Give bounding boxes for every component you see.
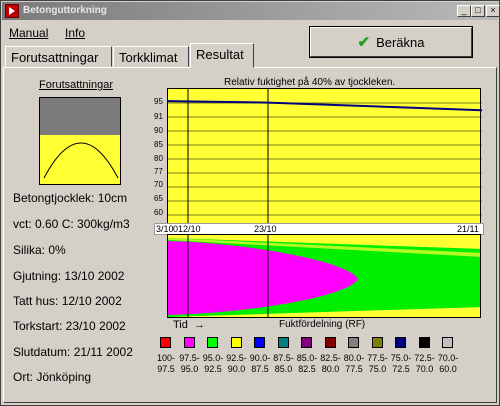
legend-swatch [348,337,359,348]
rh-chart-svg [168,89,482,225]
legend-swatch [230,337,242,348]
x-tick: 21/11 [457,224,479,234]
legend-label: 90.0-87.5 [249,353,271,374]
legend-label: 97.5-95.0 [179,353,200,374]
tab-torkklimat[interactable]: Torkklimat [113,46,189,67]
legend-label: 85.0-82.5 [296,353,318,374]
calculate-button[interactable]: ✔ Beräkna [309,26,473,58]
y-tick: 80 [154,154,163,163]
y-tick: 77 [154,167,163,176]
legend-label: 72.5-70.0 [414,353,435,374]
x-tick: 012/10 [173,224,201,234]
legend-swatch [277,337,289,348]
calculate-label: Beräkna [376,34,425,50]
conditions-title: Forutsattningar [39,79,113,91]
moisture-distribution-chart [167,234,481,318]
drying-start-text: Torkstart: 23/10 2002 [13,319,126,333]
app-icon [5,4,19,18]
maximize-button[interactable]: □ [471,5,485,17]
tab-resultat[interactable]: Resultat [190,43,254,68]
y-tick: 60 [154,208,163,217]
y-tick: 85 [154,140,163,149]
legend-label: 87.5-85.0 [273,353,294,374]
legend-label: 100-97.5 [156,353,175,374]
rh-data-point [267,101,269,104]
legend-swatch [324,337,336,348]
y-tick: 91 [154,112,163,121]
minimize-button[interactable]: _ [457,5,471,17]
time-axis-label: Tid → [173,319,205,331]
legend-swatch [371,337,383,348]
title-bar[interactable]: Betonguttorkning _ □ × [2,2,500,20]
end-date-text: Slutdatum: 21/11 2002 [13,345,133,359]
y-tick: 95 [154,97,163,106]
vct-text: vct: 0.60 C: 300kg/m3 [13,217,130,231]
manual-button[interactable]: Manual [9,26,48,42]
app-window: Betonguttorkning _ □ × Manual Info ✔ Ber… [0,0,500,406]
location-text: Ort: Jönköping [13,370,92,384]
moisture-curve [43,142,119,179]
legend-label: 70.0-60.0 [437,353,459,374]
y-tick: 70 [154,180,163,189]
info-button[interactable]: Info [65,26,85,42]
legend-label: 92.5-90.0 [226,353,247,374]
rh-chart [167,88,482,225]
legend-label: 77.5-75.0 [367,353,388,374]
thickness-text: Betongtjocklek: 10cm [13,191,128,205]
chart-title: Relativ fuktighet på 40% av tjockleken. [224,77,396,88]
rh-series-line [168,100,482,112]
legend-swatch [160,337,171,348]
window-title: Betonguttorkning [23,5,107,16]
moisture-distribution-label: Fuktfördelning (RF) [279,319,366,330]
legend-label: 95.0-92.5 [202,353,224,374]
legend-swatch [183,337,195,348]
legend-swatch [418,337,430,348]
y-tick: 65 [154,194,163,203]
legend-swatch [207,337,218,348]
x-tick: 23/10 [254,224,277,234]
legend-label: 80.0-77.5 [343,353,365,374]
casting-date-text: Gjutning: 13/10 2002 [13,269,125,283]
legend-label: 75.0-72.5 [390,353,412,374]
legend-label: 82.5-80.0 [320,353,341,374]
legend-swatch [395,337,406,348]
checkmark-icon: ✔ [357,34,371,51]
legend-swatch [301,337,312,348]
moisture-distribution-svg [168,235,480,317]
slab-diagram [39,97,121,185]
closed-house-text: Tatt hus: 12/10 2002 [13,294,122,308]
y-tick: 90 [154,126,163,135]
tab-forutsattningar[interactable]: Forutsattningar [5,46,112,67]
silica-text: Silika: 0% [13,243,66,257]
legend-swatch [442,337,453,348]
legend-swatch [254,337,265,348]
close-button[interactable]: × [486,5,500,17]
x-tick: 3/10 [156,224,174,234]
